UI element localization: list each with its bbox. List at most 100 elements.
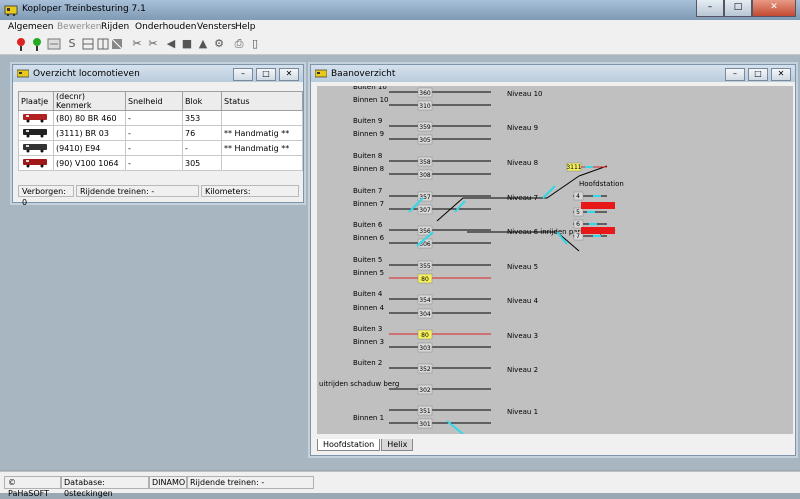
- menu-bar: Algemeen Bewerken Rijden Onderhouden Ven…: [0, 20, 800, 35]
- speed-s-icon[interactable]: S: [65, 37, 79, 51]
- menu-help[interactable]: Help: [235, 22, 256, 32]
- loco-thumbnail: [18, 125, 54, 141]
- track-row-label: Buiten 5: [353, 256, 382, 264]
- block-number: 80: [421, 276, 429, 283]
- loco-blok: 305: [182, 155, 222, 171]
- level-label: Niveau 3: [507, 332, 538, 340]
- app-statusbar: © PaHaSOFT Database: 0steckingen DINAMO …: [0, 471, 800, 498]
- station-label: Hoofdstation: [579, 180, 624, 188]
- track-window: Baanoverzicht – □ ✕ Buiten 10 360 Niveau 1…: [310, 64, 796, 456]
- track-row-label: Buiten 7: [353, 187, 382, 195]
- track-row-label: Binnen 5: [353, 269, 384, 277]
- track-diagram[interactable]: Buiten 10 360 Niveau 10 Binnen 10 310 Buiten …: [317, 83, 793, 435]
- track-row-label: Binnen 10: [353, 96, 389, 104]
- loco-kenmerk: (9410) E94: [53, 140, 126, 156]
- loco-icon: [23, 159, 47, 168]
- block-number: 356: [419, 228, 431, 235]
- close-button[interactable]: ✕: [752, 0, 796, 17]
- track-row-label: Buiten 3: [353, 325, 382, 333]
- menu-rijden[interactable]: Rijden: [101, 22, 129, 32]
- block-number: 80: [421, 332, 429, 339]
- status-copyright: © PaHaSOFT: [4, 476, 62, 498]
- block-number: 351: [419, 408, 431, 415]
- wrench-icon[interactable]: ⚙: [212, 37, 226, 51]
- status-driver: DINAMO: [148, 476, 188, 489]
- track-row-label: Buiten 8: [353, 152, 382, 160]
- switch-segment[interactable]: [454, 200, 466, 213]
- menu-onderhouden[interactable]: Onderhouden: [135, 22, 196, 32]
- track-row-label: Binnen 8: [353, 165, 384, 173]
- print-icon[interactable]: ⎙: [232, 37, 246, 51]
- maximize-button[interactable]: □: [724, 0, 752, 17]
- speaker-icon[interactable]: ◀: [164, 37, 178, 51]
- table-row[interactable]: (80) 80 BR 460-353: [18, 110, 303, 126]
- locos-close-button[interactable]: ✕: [279, 68, 299, 81]
- block-number: 355: [419, 263, 431, 270]
- mdi-workspace: Overzicht locomotieven – □ ✕ Plaatje (de…: [0, 55, 800, 470]
- block-number: 358: [419, 159, 431, 166]
- kilometers: Kilometers:: [201, 185, 299, 197]
- signal-red-icon[interactable]: [14, 37, 28, 51]
- loco-status: [221, 155, 303, 171]
- block-icon[interactable]: [110, 37, 124, 51]
- cut2-icon[interactable]: ✂: [146, 37, 160, 51]
- level-label: Niveau 1: [507, 408, 538, 416]
- train2-icon[interactable]: ▲: [196, 37, 210, 51]
- track-row-label: Buiten 4: [353, 290, 383, 298]
- block-number: 303: [419, 345, 431, 352]
- grid-icon[interactable]: [81, 37, 95, 51]
- table-row[interactable]: (9410) E94- - ** Handmatig **: [18, 140, 303, 156]
- station-block-number: 3111: [566, 164, 581, 171]
- locos-maximize-button[interactable]: □: [256, 68, 276, 81]
- level-label: Niveau 4: [507, 297, 539, 305]
- block-number: 310: [419, 103, 431, 110]
- menu-bewerken[interactable]: Bewerken: [57, 22, 101, 32]
- loco-snelheid: -: [125, 125, 183, 141]
- track-row-label: Buiten 10: [353, 86, 387, 91]
- loco-snelheid: -: [125, 110, 183, 126]
- menu-algemeen[interactable]: Algemeen: [8, 22, 53, 32]
- menu-vensters[interactable]: Vensters: [197, 22, 236, 32]
- page-icon[interactable]: ▯: [248, 37, 262, 51]
- block-number: 354: [419, 297, 431, 304]
- track-window-icon: [315, 69, 327, 78]
- track-close-button[interactable]: ✕: [771, 68, 791, 81]
- track-row-label: Buiten 6: [353, 221, 383, 229]
- col-plaatje[interactable]: Plaatje: [18, 91, 54, 111]
- occupied-track[interactable]: [581, 227, 615, 234]
- level-label: Niveau 5: [507, 263, 538, 271]
- locos-minimize-button[interactable]: –: [233, 68, 253, 81]
- mode-icon[interactable]: [47, 37, 61, 51]
- signal-green-icon[interactable]: [30, 37, 44, 51]
- hidden-count: Verborgen: 0: [18, 185, 74, 207]
- table-row[interactable]: (90) V100 1064-305: [18, 155, 303, 171]
- track-row-label: Binnen 9: [353, 130, 384, 138]
- cut-icon[interactable]: ✂: [130, 37, 144, 51]
- loco-kenmerk: (3111) BR 03: [53, 125, 126, 141]
- col-kenmerk[interactable]: (decnr) Kenmerk: [53, 91, 126, 111]
- locos-table: Plaatje (decnr) Kenmerk Snelheid Blok St…: [18, 91, 303, 171]
- level-label: Niveau 2: [507, 366, 538, 374]
- block-number: 304: [419, 311, 431, 318]
- track-minimize-button[interactable]: –: [725, 68, 745, 81]
- track-canvas[interactable]: Buiten 10 360 Niveau 10 Binnen 10 310 Buiten …: [317, 83, 793, 435]
- tab-hoofdstation[interactable]: Hoofdstation: [317, 439, 381, 451]
- connector-track[interactable]: [436, 175, 580, 222]
- track-row-label: Buiten 2: [353, 359, 382, 367]
- occupied-track[interactable]: [581, 202, 615, 209]
- block-number: 305: [419, 137, 431, 144]
- minimize-button[interactable]: –: [696, 0, 724, 17]
- track-row-label: Binnen 7: [353, 200, 384, 208]
- table-row[interactable]: (3111) BR 03-76 ** Handmatig **: [18, 125, 303, 141]
- block-number: 302: [419, 387, 431, 394]
- col-snelheid[interactable]: Snelheid: [125, 91, 183, 111]
- tab-helix[interactable]: Helix: [381, 439, 414, 451]
- track-maximize-button[interactable]: □: [748, 68, 768, 81]
- col-status[interactable]: Status: [221, 91, 303, 111]
- train-icon[interactable]: ■: [180, 37, 194, 51]
- col-blok[interactable]: Blok: [182, 91, 222, 111]
- loco-status: ** Handmatig **: [221, 125, 303, 141]
- block-number: 360: [419, 90, 431, 97]
- status-database: Database: 0steckingen: [60, 476, 150, 498]
- grid2-icon[interactable]: [96, 37, 110, 51]
